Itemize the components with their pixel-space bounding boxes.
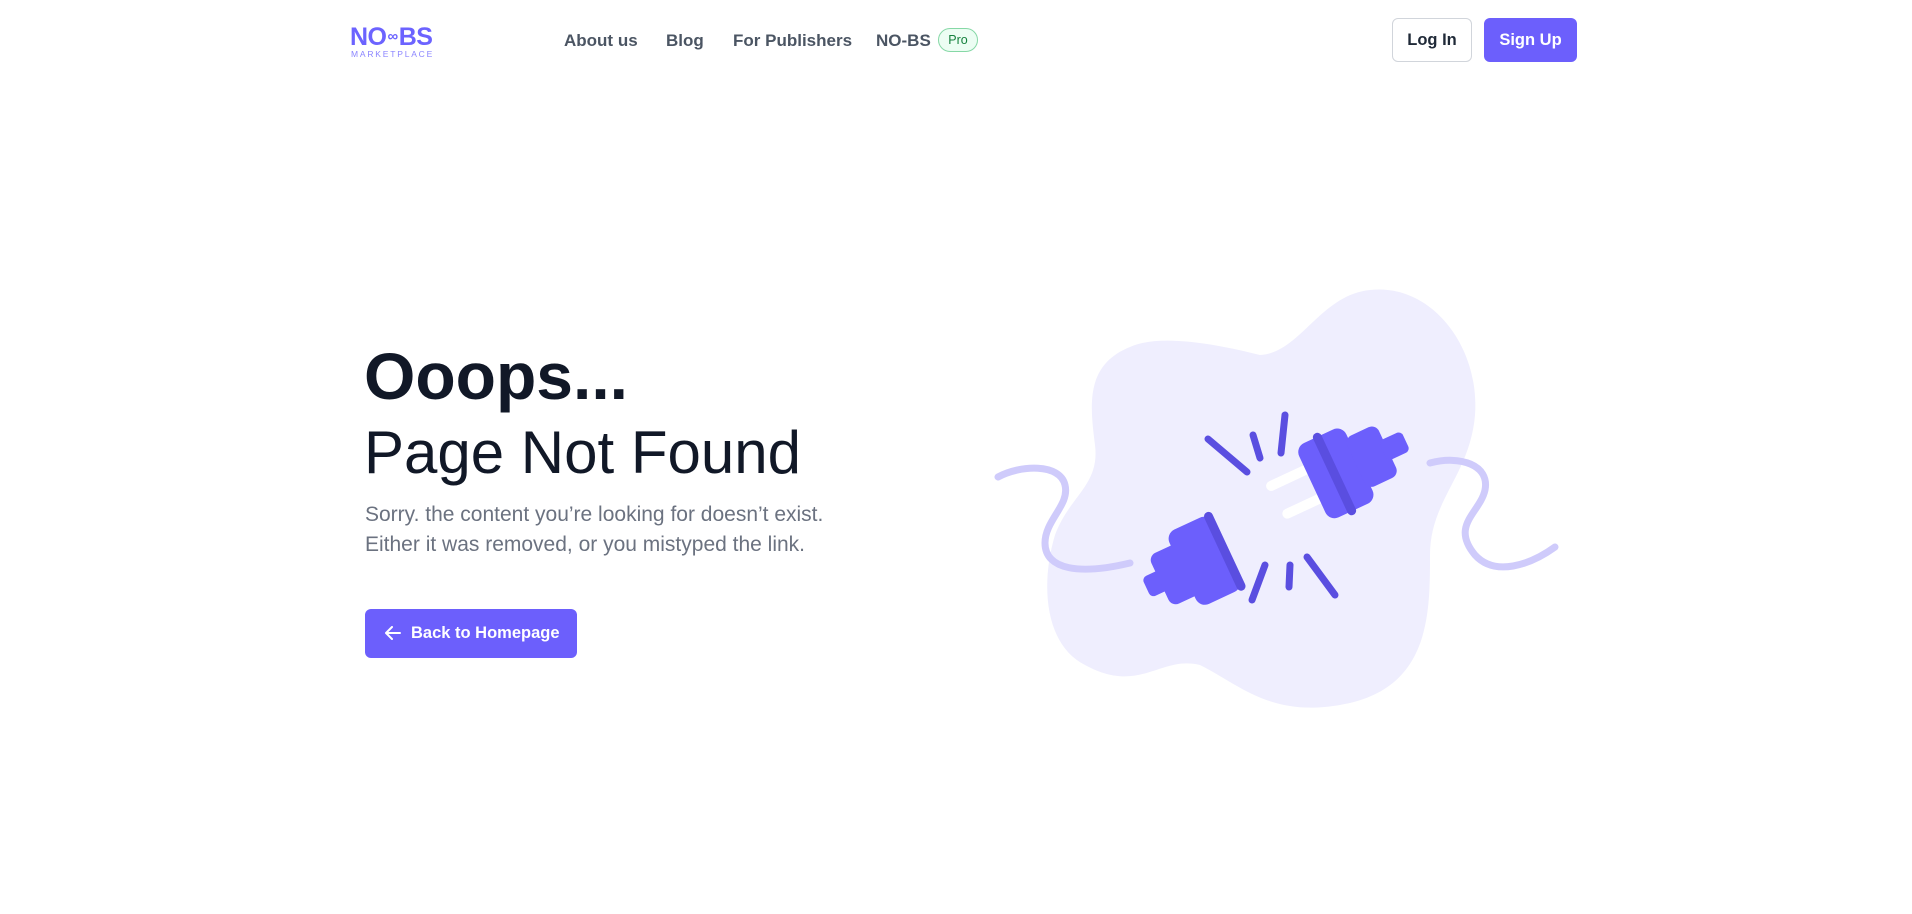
site-header: NO∞BS MARKETPLACE About us Blog For Publ… <box>0 0 1912 80</box>
back-to-homepage-button[interactable]: Back to Homepage <box>365 609 577 658</box>
nav-item-about-us[interactable]: About us <box>564 30 638 52</box>
error-subtitle: Page Not Found <box>364 419 801 486</box>
logo-subtitle: MARKETPLACE <box>351 49 435 59</box>
pro-badge: Pro <box>938 28 978 52</box>
error-title: Ooops... <box>364 339 628 413</box>
back-to-homepage-label: Back to Homepage <box>411 624 560 642</box>
unplugged-cable-illustration <box>994 289 1559 708</box>
error-description-line-1: Sorry. the content you’re looking for do… <box>365 503 824 526</box>
nav-item-blog[interactable]: Blog <box>666 30 704 52</box>
logo-text-right: BS <box>398 23 433 51</box>
nav-item-nobs-pro[interactable]: NO-BS <box>876 30 931 52</box>
nav-item-for-publishers[interactable]: For Publishers <box>733 30 852 52</box>
illustration-blob <box>1047 289 1476 708</box>
logo-text-left: NO <box>350 23 387 51</box>
nobs-marketplace-logo[interactable]: NO∞BS MARKETPLACE <box>350 23 445 59</box>
error-description-line-2: Either it was removed, or you mistyped t… <box>365 533 806 556</box>
arrow-left-icon <box>385 626 401 640</box>
login-button[interactable]: Log In <box>1392 18 1472 62</box>
signup-button[interactable]: Sign Up <box>1484 18 1577 62</box>
infinity-icon: ∞ <box>387 28 399 45</box>
error-description: Sorry. the content you’re looking for do… <box>365 500 925 560</box>
